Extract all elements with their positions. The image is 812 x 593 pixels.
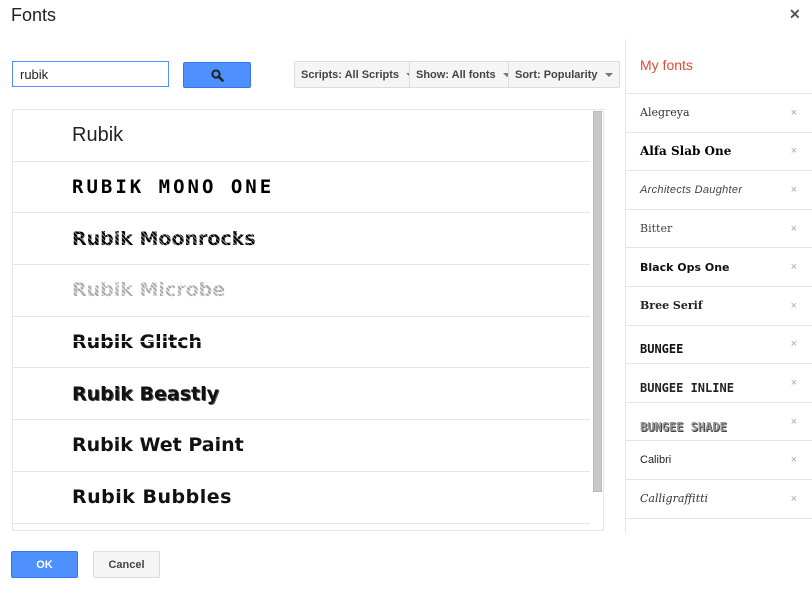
remove-icon[interactable]: × xyxy=(791,338,797,350)
my-font-item: BUNGEE × xyxy=(626,326,812,365)
my-font-item: BUNGEE INLINE × xyxy=(626,364,812,403)
search-input[interactable] xyxy=(12,61,169,87)
remove-icon[interactable]: × xyxy=(791,377,797,389)
search-button[interactable] xyxy=(183,62,251,88)
remove-icon[interactable]: × xyxy=(791,493,797,505)
font-results-list: Rubik RUBIK MONO ONE Rubik Moonrocks Rub… xyxy=(12,109,604,531)
font-result-row[interactable]: Rubik Glitch xyxy=(13,317,590,369)
font-result-row[interactable]: Rubik xyxy=(13,110,590,162)
font-result-name: Rubik Bubbles xyxy=(72,486,232,509)
my-font-name: BUNGEE xyxy=(640,342,684,357)
remove-icon[interactable]: × xyxy=(791,107,797,119)
scripts-dropdown-label: Scripts: All Scripts xyxy=(301,68,400,81)
search-icon xyxy=(210,68,224,82)
my-fonts-title: My fonts xyxy=(626,39,812,94)
my-font-item: Bitter × xyxy=(626,210,812,249)
close-icon[interactable]: ✕ xyxy=(789,6,801,23)
my-font-item: Architects Daughter × xyxy=(626,171,812,210)
remove-icon[interactable]: × xyxy=(791,145,797,157)
my-font-name: BUNGEE INLINE xyxy=(640,380,734,395)
font-result-name: Rubik Moonrocks xyxy=(72,227,256,250)
cancel-button[interactable]: Cancel xyxy=(93,551,160,578)
my-font-item: BUNGEE SHADE × xyxy=(626,403,812,442)
my-font-name: BUNGEE SHADE xyxy=(640,419,727,434)
sort-dropdown[interactable]: Sort: Popularity xyxy=(508,61,620,88)
remove-icon[interactable]: × xyxy=(791,454,797,466)
font-result-name: RUBIK MONO ONE xyxy=(72,176,275,199)
dialog-title: Fonts xyxy=(11,5,57,25)
remove-icon[interactable]: × xyxy=(791,261,797,273)
my-font-name: Architects Daughter xyxy=(640,183,743,196)
remove-icon[interactable]: × xyxy=(791,184,797,196)
my-font-name: Alegreya xyxy=(640,106,690,120)
font-result-row[interactable]: Rubik Moonrocks xyxy=(13,213,590,266)
font-result-name: Rubik xyxy=(72,123,124,146)
my-font-name: Bree Serif xyxy=(640,299,703,313)
scrollbar-thumb[interactable] xyxy=(593,111,602,492)
font-result-name: Rubik Beastly xyxy=(72,382,219,405)
my-font-item: Bree Serif × xyxy=(626,287,812,326)
my-font-item: Calligraffitti × xyxy=(626,480,812,519)
font-result-name: Rubik Glitch xyxy=(72,331,203,354)
my-font-item: Calibri × xyxy=(626,441,812,480)
my-font-name: Bitter xyxy=(640,222,673,236)
scripts-dropdown[interactable]: Scripts: All Scripts xyxy=(294,61,422,88)
remove-icon[interactable]: × xyxy=(791,223,797,235)
my-font-item: Alegreya × xyxy=(626,94,812,133)
my-font-name: Calibri xyxy=(640,454,672,467)
show-dropdown-label: Show: All fonts xyxy=(416,68,496,81)
remove-icon[interactable]: × xyxy=(791,416,797,428)
my-font-name: Alfa Slab One xyxy=(640,144,732,159)
my-font-name: Calligraffitti xyxy=(640,492,709,506)
my-font-item: Black Ops One × xyxy=(626,248,812,287)
font-result-row[interactable]: Rubik Microbe xyxy=(13,265,590,317)
font-result-row[interactable]: Rubik Bubbles xyxy=(13,472,590,524)
ok-button[interactable]: OK xyxy=(11,551,78,578)
font-result-row[interactable]: Rubik Wet Paint xyxy=(13,420,590,472)
font-result-row[interactable]: RUBIK MONO ONE xyxy=(13,162,590,214)
font-result-name: Rubik Wet Paint xyxy=(72,434,244,457)
font-result-name: Rubik Microbe xyxy=(72,279,226,302)
remove-icon[interactable]: × xyxy=(791,300,797,312)
sort-dropdown-label: Sort: Popularity xyxy=(515,68,598,81)
my-fonts-panel: My fonts Alegreya × Alfa Slab One × Archit… xyxy=(625,39,812,532)
font-result-row[interactable]: Rubik Beastly xyxy=(13,368,590,421)
my-font-name: Black Ops One xyxy=(640,260,730,274)
my-font-item: Alfa Slab One × xyxy=(626,133,812,172)
show-dropdown[interactable]: Show: All fonts xyxy=(409,61,518,88)
chevron-down-icon xyxy=(604,72,613,77)
